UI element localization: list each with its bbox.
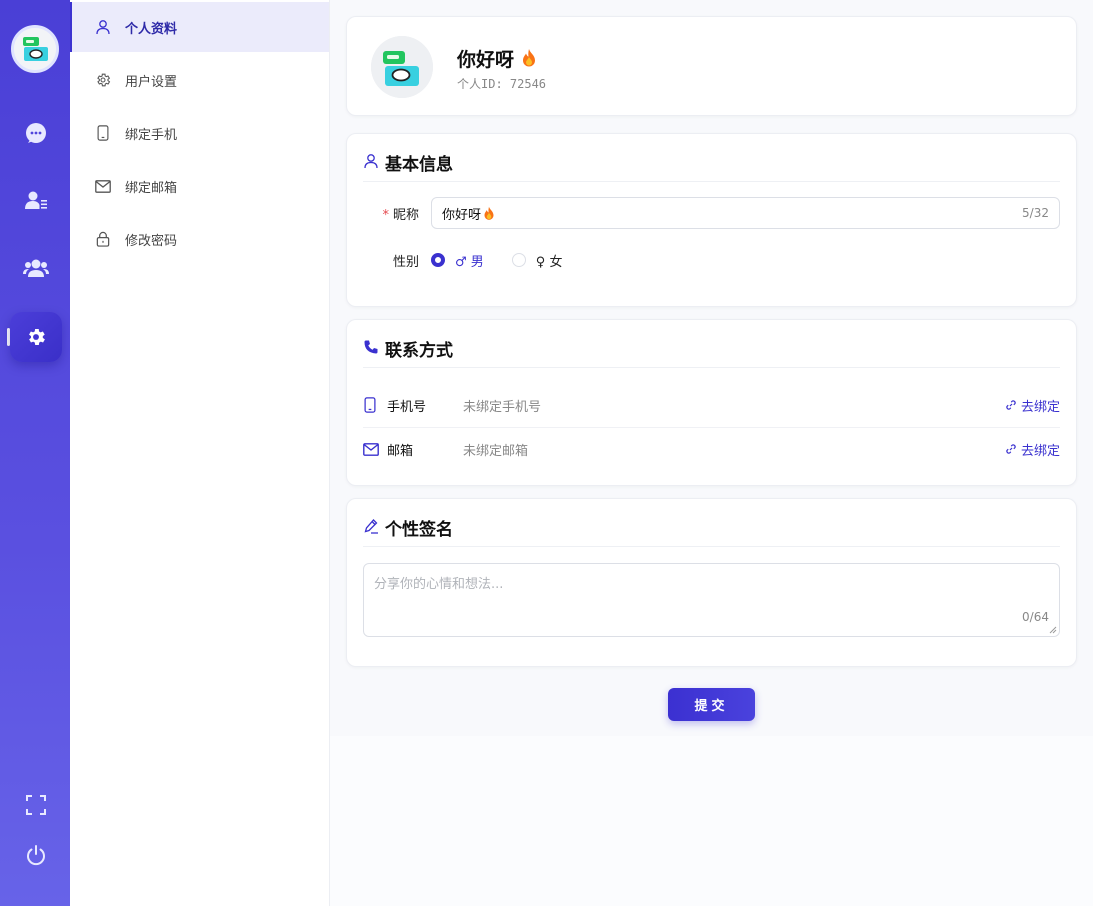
chat-icon <box>26 123 46 143</box>
basic-info-card: 基本信息 * 昵称 你好呀 5/32 性别 ♂ 男 ♀ 女 <box>346 133 1077 307</box>
signature-card: 个性签名 分享你的心情和想法... 0/64 <box>346 498 1077 667</box>
section-title: 联系方式 <box>385 341 453 361</box>
submenu-item-user-settings[interactable]: 用户设置 <box>70 55 329 105</box>
gear-icon <box>94 71 112 89</box>
fire-icon <box>484 206 494 220</box>
group-nav[interactable] <box>10 243 62 293</box>
gender-radio-female[interactable]: ♀ 女 <box>511 251 562 270</box>
phone-icon <box>94 124 112 142</box>
submenu-item-profile[interactable]: 个人资料 <box>70 2 329 52</box>
avatar-image <box>14 28 56 70</box>
submenu-item-bind-email[interactable]: 绑定邮箱 <box>70 161 329 211</box>
email-row: 邮箱 未绑定邮箱 去绑定 <box>363 427 1060 471</box>
nickname-row: * 昵称 你好呀 5/32 <box>363 197 1060 229</box>
nickname-label: * 昵称 <box>382 207 419 223</box>
signature-textarea[interactable]: 分享你的心情和想法... 0/64 <box>363 563 1060 637</box>
gender-radio-male[interactable]: ♂ 男 <box>431 251 484 270</box>
avatar-image <box>371 36 433 98</box>
nickname-char-count: 5/32 <box>1022 206 1049 220</box>
chat-nav[interactable] <box>10 108 62 158</box>
link-icon <box>1006 444 1016 454</box>
email-value: 未绑定邮箱 <box>463 443 529 459</box>
submenu-item-label: 绑定手机 <box>125 127 178 143</box>
signature-char-count: 0/64 <box>1022 610 1049 624</box>
phone-value: 未绑定手机号 <box>463 399 542 415</box>
gender-label: 性别 <box>392 254 419 270</box>
submit-button[interactable]: 提交 <box>668 688 755 721</box>
mail-icon <box>94 177 112 195</box>
fullscreen-icon <box>26 795 46 815</box>
settings-icon <box>29 329 45 345</box>
email-label: 邮箱 <box>387 443 414 459</box>
avatar[interactable] <box>11 25 59 73</box>
radio-dot <box>431 253 445 267</box>
submenu-item-change-password[interactable]: 修改密码 <box>70 214 329 264</box>
section-title: 个性签名 <box>385 520 453 540</box>
main-content: 你好呀 个人ID: 72546 基本信息 * 昵称 你好呀 5/32 性别 ♂ … <box>330 0 1093 906</box>
group-icon <box>23 259 49 277</box>
contact-card: 联系方式 手机号 未绑定手机号 去绑定 邮箱 未绑定邮箱 去绑定 <box>346 319 1077 486</box>
contacts-nav[interactable] <box>10 175 62 225</box>
nickname-input[interactable]: 你好呀 5/32 <box>431 197 1060 229</box>
submenu-item-label: 绑定邮箱 <box>125 180 178 196</box>
user-icon <box>364 154 378 169</box>
power-icon <box>27 845 45 866</box>
section-title: 基本信息 <box>385 155 453 175</box>
mobile-icon <box>363 397 379 413</box>
profile-id: 个人ID: 72546 <box>457 77 547 91</box>
section-header: 基本信息 <box>363 150 1060 182</box>
gender-row: 性别 ♂ 男 ♀ 女 <box>363 244 1060 276</box>
settings-submenu: 个人资料 用户设置 绑定手机 绑定邮箱 修改密码 <box>70 0 330 906</box>
settings-nav[interactable] <box>10 312 62 362</box>
fullscreen-button[interactable] <box>10 780 62 830</box>
bind-phone-link[interactable]: 去绑定 <box>1005 396 1060 415</box>
radio-dot <box>511 253 526 267</box>
fire-icon <box>522 49 535 67</box>
link-icon <box>1006 400 1016 410</box>
phone-call-icon <box>364 340 378 354</box>
section-header: 联系方式 <box>363 336 1060 368</box>
user-icon <box>94 18 112 36</box>
icon-rail <box>0 0 70 906</box>
signature-placeholder: 分享你的心情和想法... <box>374 577 504 592</box>
bind-email-link[interactable]: 去绑定 <box>1005 440 1060 459</box>
phone-row: 手机号 未绑定手机号 去绑定 <box>363 383 1060 427</box>
pen-icon <box>364 519 378 534</box>
mail-icon <box>363 441 379 457</box>
phone-label: 手机号 <box>387 399 427 415</box>
section-header: 个性签名 <box>363 515 1060 547</box>
lock-icon <box>94 230 112 248</box>
profile-name: 你好呀 <box>457 45 537 72</box>
resize-grip-icon[interactable] <box>1049 626 1057 634</box>
logout-button[interactable] <box>10 830 62 880</box>
submenu-item-label: 用户设置 <box>125 74 178 90</box>
submenu-item-label: 个人资料 <box>125 21 178 37</box>
profile-card: 你好呀 个人ID: 72546 <box>346 16 1077 116</box>
contacts-icon <box>25 191 47 209</box>
submenu-item-bind-phone[interactable]: 绑定手机 <box>70 108 329 158</box>
profile-avatar[interactable] <box>371 36 433 98</box>
submenu-item-label: 修改密码 <box>125 233 178 249</box>
